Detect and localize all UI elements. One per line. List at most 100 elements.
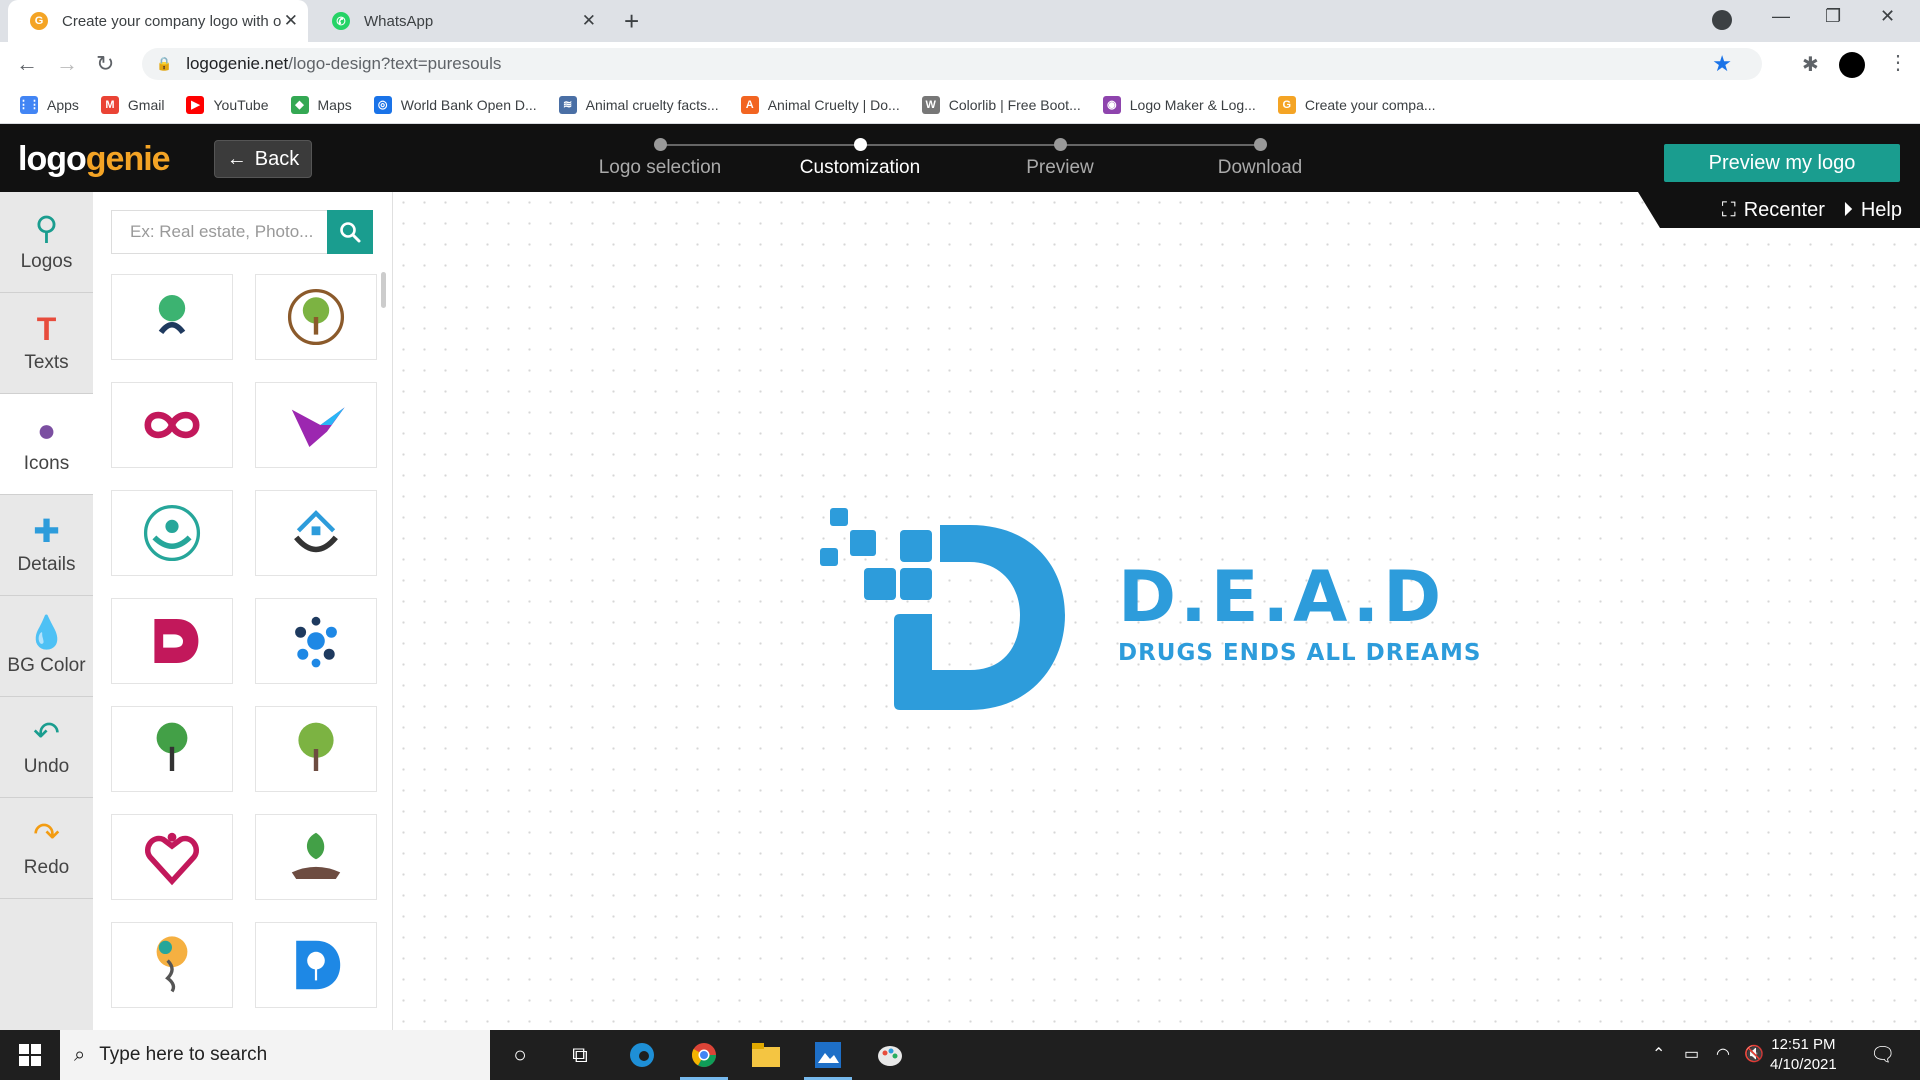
- logo-thumbnail[interactable]: [255, 706, 377, 792]
- minimize-icon[interactable]: —: [1772, 6, 1790, 27]
- bookmark-item[interactable]: ≋ Animal cruelty facts...: [558, 95, 719, 114]
- bookmark-label: Create your compa...: [1304, 96, 1436, 113]
- tab-search-icon[interactable]: [1712, 10, 1732, 30]
- close-tab-icon[interactable]: ✕: [582, 11, 596, 31]
- logo-thumbnail[interactable]: [255, 382, 377, 468]
- help-button[interactable]: ⏵ Help: [1843, 199, 1902, 222]
- sidebar-label: Details: [17, 554, 76, 575]
- sidebar-item-texts[interactable]: T Texts: [0, 293, 93, 394]
- tab-logogenie[interactable]: G Create your company logo with o ✕: [8, 0, 308, 42]
- reload-icon[interactable]: ↻: [96, 51, 114, 77]
- cortana-icon[interactable]: ○: [504, 1040, 536, 1070]
- edge-icon[interactable]: [626, 1040, 658, 1070]
- taskbar-search-input[interactable]: ⌕ Type here to search: [60, 1030, 490, 1080]
- volume-muted-icon[interactable]: 🔇: [1744, 1044, 1764, 1064]
- sidebar-item-bg-color[interactable]: 💧 BG Color: [0, 596, 93, 697]
- profile-avatar[interactable]: [1839, 52, 1865, 78]
- step-logo-selection[interactable]: Logo selection: [580, 138, 740, 179]
- file-explorer-icon[interactable]: [750, 1040, 782, 1070]
- logo-thumbnail[interactable]: [255, 922, 377, 1008]
- sidebar-item-redo[interactable]: ↷ Redo: [0, 798, 93, 899]
- tab-whatsapp[interactable]: ✆ WhatsApp ✕: [310, 0, 606, 42]
- bookmark-item[interactable]: ◎ World Bank Open D...: [373, 95, 537, 114]
- logo-thumbnail[interactable]: [111, 598, 233, 684]
- recenter-label: Recenter: [1743, 198, 1825, 221]
- logo-thumbnail[interactable]: [111, 490, 233, 576]
- bookmark-item[interactable]: ⋮⋮ Apps: [18, 95, 79, 114]
- logo-title-text[interactable]: D.E.A.D: [1118, 556, 1445, 638]
- step-download[interactable]: Download: [1180, 138, 1340, 179]
- lock-icon: 🔒: [156, 56, 173, 71]
- bookmark-item[interactable]: ◉ Logo Maker & Log...: [1102, 95, 1256, 114]
- window-close-icon[interactable]: ✕: [1880, 6, 1895, 27]
- url-path: /logo-design?text=puresouls: [288, 54, 502, 73]
- system-clock[interactable]: 12:51 PM 4/10/2021: [1770, 1035, 1837, 1075]
- chrome-icon[interactable]: [680, 1040, 728, 1080]
- logo-thumbnail[interactable]: [255, 598, 377, 684]
- bookmark-item[interactable]: M Gmail: [100, 95, 164, 114]
- paint-icon[interactable]: [874, 1040, 906, 1070]
- bookmark-star-icon[interactable]: ★: [1712, 51, 1732, 77]
- step-label: Customization: [799, 157, 921, 178]
- browser-menu-icon[interactable]: ⋮: [1888, 50, 1908, 75]
- maximize-icon[interactable]: ❐: [1825, 6, 1841, 27]
- url-input[interactable]: 🔒 logogenie.net/logo-design?text=puresou…: [142, 48, 1762, 80]
- sidebar-item-logos[interactable]: ⚲ Logos: [0, 192, 93, 293]
- logo-thumbnail[interactable]: [111, 706, 233, 792]
- plus-icon: ✚: [33, 513, 60, 549]
- battery-icon[interactable]: ▭: [1684, 1044, 1699, 1064]
- hummingbird-icon: [291, 407, 345, 447]
- back-button[interactable]: ← Back: [214, 140, 312, 178]
- logo-thumbnail[interactable]: [255, 490, 377, 576]
- logo-thumbnail[interactable]: [111, 814, 233, 900]
- logo-thumbnail[interactable]: [255, 814, 377, 900]
- logo-thumbnail[interactable]: [111, 922, 233, 1008]
- close-tab-icon[interactable]: ✕: [284, 11, 298, 31]
- sidebar-label: BG Color: [7, 655, 86, 676]
- show-hidden-icons-icon[interactable]: ⌃: [1652, 1044, 1665, 1064]
- recenter-button[interactable]: ⛶ Recenter: [1722, 199, 1825, 222]
- sidebar-item-details[interactable]: ✚ Details: [0, 495, 93, 596]
- logo-d-pixel-icon[interactable]: [820, 500, 1100, 720]
- extensions-puzzle-icon[interactable]: ✱: [1802, 52, 1819, 77]
- sidebar-item-undo[interactable]: ↶ Undo: [0, 697, 93, 798]
- back-arrow-icon[interactable]: ←: [16, 51, 38, 77]
- wifi-icon[interactable]: ◠: [1716, 1044, 1730, 1064]
- preview-my-logo-button[interactable]: Preview my logo: [1664, 144, 1900, 182]
- bookmark-item[interactable]: A Animal Cruelty | Do...: [740, 95, 900, 114]
- notifications-icon[interactable]: 🗨: [1870, 1042, 1895, 1067]
- progress-steps: Logo selection Customization Preview Dow…: [599, 124, 1320, 192]
- logo-thumbnail[interactable]: [111, 274, 233, 360]
- logo-search-input[interactable]: Ex: Real estate, Photo...: [111, 210, 327, 254]
- molecule-dots-icon: [295, 616, 337, 668]
- maps-icon: ◆: [290, 95, 309, 114]
- sidebar-label: Icons: [23, 453, 70, 474]
- help-label: Help: [1860, 198, 1902, 221]
- logo-subtitle-text[interactable]: DRUGS ENDS ALL DREAMS: [1118, 640, 1481, 666]
- sidebar-item-icons[interactable]: ● Icons: [0, 394, 93, 495]
- search-button[interactable]: [327, 210, 373, 254]
- bookmark-label: YouTube: [213, 96, 269, 113]
- clock-date: 4/10/2021: [1770, 1056, 1837, 1073]
- logogenie-brand[interactable]: logogenie: [18, 140, 171, 179]
- task-view-icon[interactable]: ⧉: [564, 1040, 596, 1070]
- panel-scrollbar[interactable]: [381, 272, 386, 308]
- whatsapp-favicon-icon: ✆: [332, 12, 350, 30]
- logo-thumbnail[interactable]: [111, 382, 233, 468]
- bookmark-item[interactable]: ◆ Maps: [290, 95, 352, 114]
- infinity-icon: [144, 411, 200, 439]
- step-preview[interactable]: Preview: [980, 138, 1140, 179]
- wordpress-icon: W: [921, 95, 940, 114]
- dna-tree-icon: [156, 936, 188, 993]
- bookmark-item[interactable]: W Colorlib | Free Boot...: [921, 95, 1081, 114]
- photos-icon[interactable]: [804, 1040, 852, 1080]
- step-customization[interactable]: Customization: [780, 138, 940, 179]
- logogenie-favicon-icon: G: [30, 12, 48, 30]
- step-dot: [1053, 138, 1067, 151]
- new-tab-icon[interactable]: +: [624, 6, 639, 37]
- windows-start-icon[interactable]: [14, 1040, 46, 1070]
- bookmark-item[interactable]: G Create your compa...: [1277, 95, 1436, 114]
- bookmark-item[interactable]: ▶ YouTube: [186, 95, 269, 114]
- logo-thumbnail[interactable]: [255, 274, 377, 360]
- forward-arrow-icon[interactable]: →: [56, 51, 78, 77]
